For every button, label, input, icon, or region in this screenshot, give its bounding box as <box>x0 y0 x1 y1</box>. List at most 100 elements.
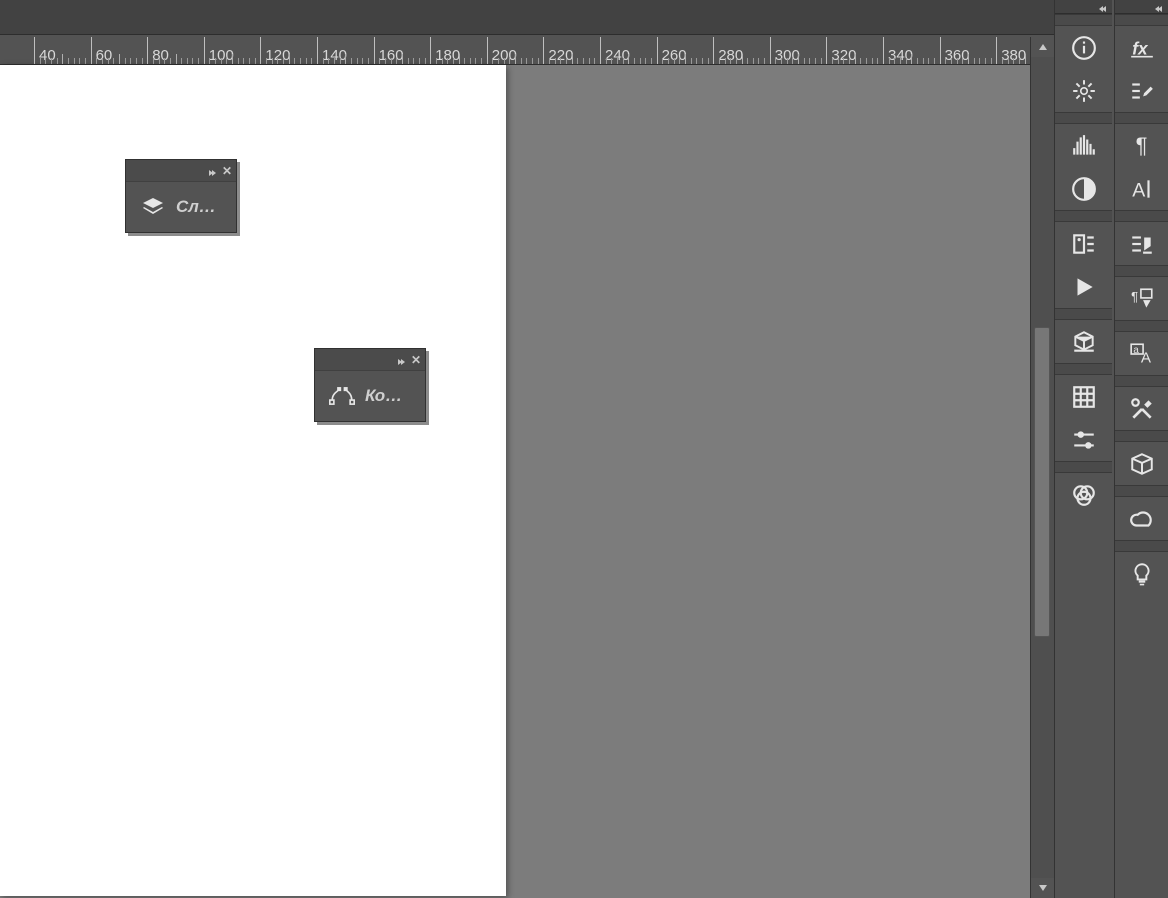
close-icon[interactable]: ✕ <box>411 353 421 367</box>
ruler-minor-tick <box>379 58 380 64</box>
paragraph-panel-button[interactable]: ¶ <box>1115 124 1168 167</box>
ruler-minor-tick <box>396 58 397 64</box>
3d-panel-button[interactable] <box>1055 320 1112 363</box>
tools-button[interactable] <box>1115 387 1168 430</box>
ruler-minor-tick <box>787 58 788 64</box>
ruler-tick: 220 <box>543 37 544 65</box>
ruler-tick: 240 <box>600 37 601 65</box>
ruler-minor-tick <box>334 58 335 64</box>
ruler-minor-tick <box>294 58 295 64</box>
ruler-minor-tick <box>413 58 414 64</box>
ruler-minor-tick <box>351 58 352 64</box>
ruler-minor-tick <box>142 58 143 64</box>
ruler-minor-tick <box>894 58 895 64</box>
ruler-minor-tick <box>40 58 41 64</box>
ruler-tick: 160 <box>374 37 375 65</box>
ruler-minor-tick <box>866 58 867 64</box>
hints-button[interactable] <box>1115 552 1168 595</box>
ruler-minor-tick <box>1025 54 1026 64</box>
character-style-button[interactable]: aA <box>1115 332 1168 375</box>
ruler-minor-tick <box>809 58 810 64</box>
ruler-minor-tick <box>594 58 595 64</box>
ruler-minor-tick <box>453 58 454 64</box>
ruler-minor-tick <box>566 58 567 64</box>
ruler-minor-tick <box>504 58 505 64</box>
ruler-minor-tick <box>1019 58 1020 64</box>
styles-list-button[interactable] <box>1115 222 1168 265</box>
play-panel-button[interactable] <box>1055 265 1112 308</box>
brush-settings-button[interactable] <box>1115 69 1168 112</box>
options-bar <box>0 0 1054 35</box>
ruler-minor-tick <box>498 58 499 64</box>
paragraph-icon: ¶ <box>1129 133 1155 159</box>
panel-header[interactable]: ✕ <box>126 160 236 182</box>
channels-panel-button[interactable] <box>1055 473 1112 516</box>
dock-collapse-button[interactable] <box>1115 0 1168 14</box>
ruler-minor-tick <box>877 58 878 64</box>
layers-icon <box>140 194 166 220</box>
cube-button[interactable] <box>1115 442 1168 485</box>
ruler-minor-tick <box>85 58 86 64</box>
brush-settings-icon <box>1129 78 1155 104</box>
ruler-minor-tick <box>860 58 861 64</box>
dock-collapse-button[interactable] <box>1055 0 1112 14</box>
cc-libraries-button[interactable] <box>1115 497 1168 540</box>
ruler-minor-tick <box>176 54 177 64</box>
panel-separator <box>1055 308 1112 320</box>
vertical-scrollbar[interactable] <box>1030 37 1054 898</box>
grid-icon <box>1071 384 1097 410</box>
ruler-minor-tick <box>521 58 522 64</box>
grid-panel-button[interactable] <box>1055 375 1112 418</box>
panel-separator <box>1115 485 1168 497</box>
fx-panel-button[interactable]: fx <box>1115 26 1168 69</box>
contrast-panel-button[interactable] <box>1055 167 1112 210</box>
character-panel-button[interactable]: A <box>1115 167 1168 210</box>
ruler-minor-tick <box>843 58 844 64</box>
panel-separator <box>1055 461 1112 473</box>
clone-source-button[interactable]: ¶ <box>1115 277 1168 320</box>
horizontal-ruler[interactable]: 4060801001201401601802002202402602803003… <box>0 37 1030 65</box>
navigator-panel-button[interactable] <box>1055 69 1112 112</box>
scroll-down-arrow-icon[interactable] <box>1031 878 1054 898</box>
scrollbar-thumb[interactable] <box>1034 327 1050 637</box>
ruler-minor-tick <box>419 58 420 64</box>
layers-panel[interactable]: ✕ Сл… <box>125 159 237 233</box>
ruler-minor-tick <box>300 58 301 64</box>
actions-panel-button[interactable] <box>1055 222 1112 265</box>
ruler-minor-tick <box>464 58 465 64</box>
ruler-minor-tick <box>226 58 227 64</box>
ruler-minor-tick <box>968 54 969 64</box>
ruler-minor-tick <box>900 58 901 64</box>
info-panel-button[interactable] <box>1055 26 1112 69</box>
ruler-minor-tick <box>255 58 256 64</box>
ruler-tick: 120 <box>260 37 261 65</box>
ruler-minor-tick <box>934 58 935 64</box>
ruler-minor-tick <box>589 58 590 64</box>
ruler-minor-tick <box>685 54 686 64</box>
ruler-minor-tick <box>583 58 584 64</box>
scroll-up-arrow-icon[interactable] <box>1031 37 1054 57</box>
document-page[interactable] <box>0 65 506 896</box>
ruler-minor-tick <box>872 58 873 64</box>
scrollbar-track[interactable] <box>1031 57 1054 878</box>
ruler-minor-tick <box>815 58 816 64</box>
ruler-minor-tick <box>283 58 284 64</box>
paths-panel[interactable]: ✕ Ко… <box>314 348 426 422</box>
ruler-minor-tick <box>362 58 363 64</box>
ruler-minor-tick <box>1008 58 1009 64</box>
ruler-minor-tick <box>436 58 437 64</box>
ruler-minor-tick <box>974 58 975 64</box>
collapse-icon[interactable] <box>398 352 405 368</box>
adjustments-panel-button[interactable] <box>1055 418 1112 461</box>
tools-icon <box>1129 396 1155 422</box>
ruler-minor-tick <box>425 58 426 64</box>
ruler-minor-tick <box>459 54 460 64</box>
ruler-minor-tick <box>153 58 154 64</box>
close-icon[interactable]: ✕ <box>222 164 232 178</box>
ruler-minor-tick <box>515 54 516 64</box>
ruler-minor-tick <box>509 58 510 64</box>
collapse-icon[interactable] <box>209 163 216 179</box>
panel-separator <box>1055 14 1112 26</box>
panel-header[interactable]: ✕ <box>315 349 425 371</box>
histogram-panel-button[interactable] <box>1055 124 1112 167</box>
